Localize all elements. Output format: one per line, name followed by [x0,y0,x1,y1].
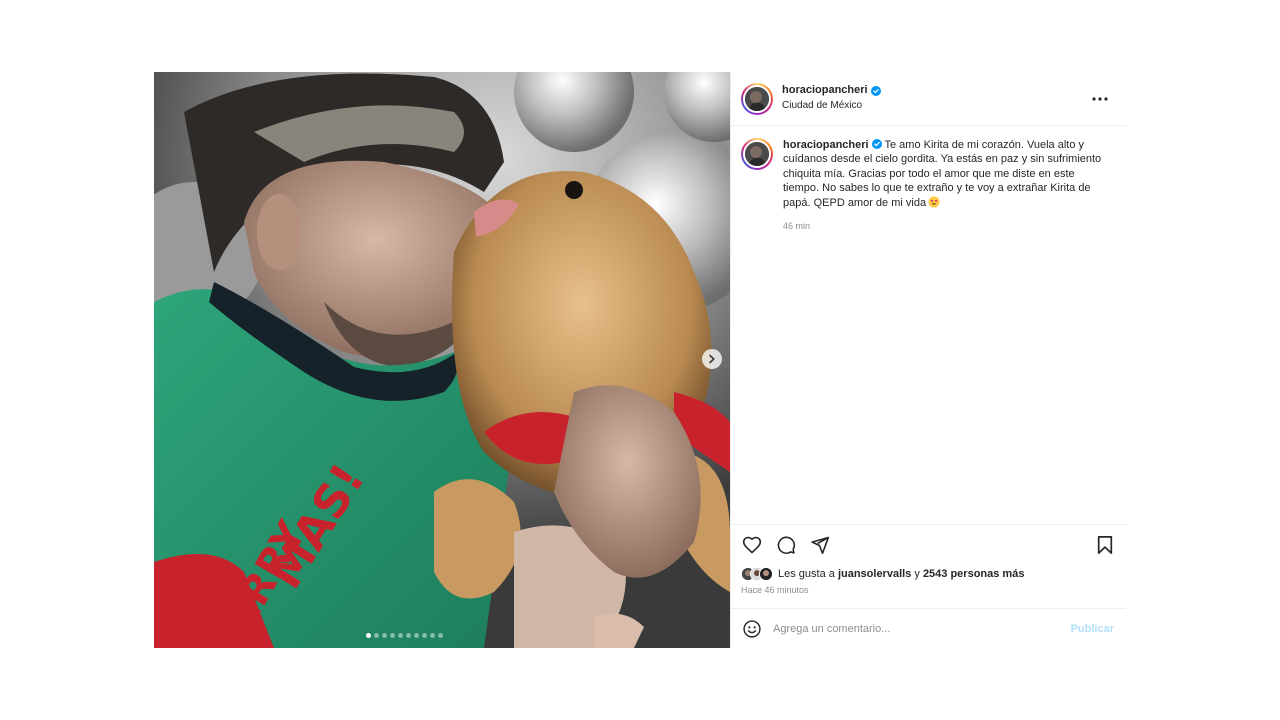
comment-bubble-icon [777,536,796,554]
author-avatar[interactable] [741,82,773,115]
caption-username[interactable]: horaciopancheri [783,139,882,151]
author-username-link[interactable]: horaciopancheri [782,84,881,98]
likes-count-link[interactable]: 2543 personas más [923,568,1025,580]
emoji-picker-button[interactable] [741,618,763,640]
verified-badge-icon [870,86,881,97]
carousel-dot [373,633,379,638]
publish-button[interactable]: Publicar [1071,623,1114,635]
post-container: MAS! ERRY horaciopancheri Ciudad de Méxi… [154,72,1126,648]
smiling-face-with-heart-eyes-icon [928,196,940,208]
comment-button[interactable] [775,534,797,556]
caption-author-avatar[interactable] [741,138,773,170]
add-comment-form: Publicar [731,608,1126,648]
caption: horaciopancheri Te amo Kirita de mi cora… [741,138,1116,233]
heart-icon [742,536,762,553]
more-options-button[interactable] [1088,87,1112,111]
carousel-indicator [154,633,692,638]
post-timestamp[interactable]: Hace 46 minutos [731,584,1126,608]
post-header: horaciopancheri Ciudad de México [731,72,1126,126]
post-location[interactable]: Ciudad de México [782,100,881,113]
carousel-dot [405,633,411,638]
carousel-dot [413,633,419,638]
post-side-panel: horaciopancheri Ciudad de México horacio… [730,72,1126,648]
post-media[interactable]: MAS! ERRY [154,72,730,648]
caption-timestamp[interactable]: 46 min [783,219,1103,233]
carousel-dot [397,633,403,638]
liker-username-link[interactable]: juansolervalls [838,568,911,580]
bookmark-icon [1097,535,1113,554]
save-button[interactable] [1094,534,1116,556]
carousel-dot [421,633,427,638]
avatar-photo-icon [745,142,769,166]
likes-summary: Les gusta a juansolervalls y 2543 person… [731,564,1126,584]
liker-avatar [759,567,773,581]
comment-input[interactable] [773,622,1071,635]
carousel-dot [437,633,443,638]
carousel-dot [381,633,387,638]
carousel-next-button[interactable] [702,349,722,369]
carousel-dot [365,633,371,638]
carousel-dot [389,633,395,638]
emoji-smiley-icon [743,619,761,638]
carousel-dot [429,633,435,638]
post-actions-bar [731,524,1126,564]
avatar-photo-icon [745,86,769,111]
post-photo: MAS! ERRY [154,72,730,648]
liker-avatars[interactable] [741,567,773,581]
chevron-right-icon [709,354,715,364]
send-paper-plane-icon [811,536,830,554]
share-button[interactable] [809,534,831,556]
verified-badge-icon [871,139,882,149]
more-horizontal-icon [1092,96,1108,101]
likes-text: Les gusta a juansolervalls y 2543 person… [778,568,1025,580]
comments-section: horaciopancheri Te amo Kirita de mi cora… [731,126,1126,524]
like-button[interactable] [741,534,763,556]
author-username[interactable]: horaciopancheri [782,84,868,98]
